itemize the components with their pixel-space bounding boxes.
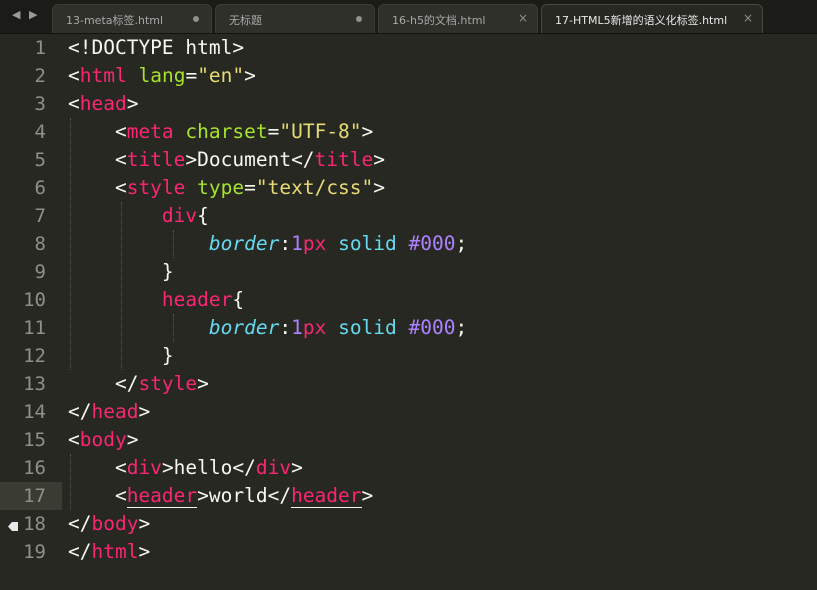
- code-line[interactable]: <html lang="en">: [68, 62, 256, 90]
- code-line[interactable]: border:1px solid #000;: [68, 230, 467, 258]
- code-editor[interactable]: 1 2 3 4 5 6 7 8 9 10 11 12 13 14 15 16 1…: [0, 34, 817, 590]
- code-line[interactable]: <div>hello</div>: [68, 454, 303, 482]
- line-number: 19: [23, 541, 46, 563]
- tab-title: 13-meta标签.html: [66, 14, 164, 27]
- code-line[interactable]: }: [68, 258, 174, 286]
- line-number: 7: [34, 205, 46, 227]
- line-number: 18: [23, 513, 46, 535]
- line-number: 1: [34, 37, 46, 59]
- code-line[interactable]: <!DOCTYPE html>: [68, 34, 244, 62]
- modified-dot-icon[interactable]: [193, 16, 199, 22]
- code-line[interactable]: </body>: [68, 510, 150, 538]
- line-number: 9: [34, 261, 46, 283]
- line-number: 4: [34, 121, 46, 143]
- code-line[interactable]: <style type="text/css">: [68, 174, 385, 202]
- code-line[interactable]: <meta charset="UTF-8">: [68, 118, 373, 146]
- close-icon[interactable]: ×: [518, 11, 528, 25]
- code-line[interactable]: header{: [68, 286, 244, 314]
- line-number: 14: [23, 401, 46, 423]
- tab-17-html5-active[interactable]: 17-HTML5新增的语义化标签.html ×: [541, 4, 763, 33]
- tab-13-meta[interactable]: 13-meta标签.html: [52, 4, 212, 33]
- code-line[interactable]: </html>: [68, 538, 150, 566]
- tab-bar: ◀ ▶ 13-meta标签.html 无标题 16-h5的文档.html × 1…: [0, 0, 817, 34]
- close-icon[interactable]: ×: [743, 11, 753, 25]
- line-number: 5: [34, 149, 46, 171]
- code-line[interactable]: </head>: [68, 398, 150, 426]
- code-line[interactable]: }: [68, 342, 174, 370]
- tab-title: 17-HTML5新增的语义化标签.html: [555, 14, 728, 27]
- code-line[interactable]: div{: [68, 202, 209, 230]
- line-number: 11: [23, 317, 46, 339]
- tab-16-h5[interactable]: 16-h5的文档.html ×: [378, 4, 538, 33]
- code-line-current[interactable]: <header>world</header>: [68, 482, 373, 510]
- nav-right-icon[interactable]: ▶: [29, 8, 37, 21]
- line-number-current: 17: [23, 485, 46, 507]
- tab-untitled[interactable]: 无标题: [215, 4, 375, 33]
- line-number: 2: [34, 65, 46, 87]
- line-number: 10: [23, 289, 46, 311]
- line-number: 3: [34, 93, 46, 115]
- line-number: 12: [23, 345, 46, 367]
- tab-title: 16-h5的文档.html: [392, 14, 486, 27]
- modified-dot-icon[interactable]: [356, 16, 362, 22]
- nav-left-icon[interactable]: ◀: [12, 8, 20, 21]
- line-number: 6: [34, 177, 46, 199]
- code-line[interactable]: <head>: [68, 90, 138, 118]
- line-number: 13: [23, 373, 46, 395]
- line-number: 15: [23, 429, 46, 451]
- line-number: 16: [23, 457, 46, 479]
- code-line[interactable]: <title>Document</title>: [68, 146, 385, 174]
- tab-title: 无标题: [229, 14, 262, 27]
- code-line[interactable]: </style>: [68, 370, 209, 398]
- line-number: 8: [34, 233, 46, 255]
- code-line[interactable]: <body>: [68, 426, 138, 454]
- code-line[interactable]: border:1px solid #000;: [68, 314, 467, 342]
